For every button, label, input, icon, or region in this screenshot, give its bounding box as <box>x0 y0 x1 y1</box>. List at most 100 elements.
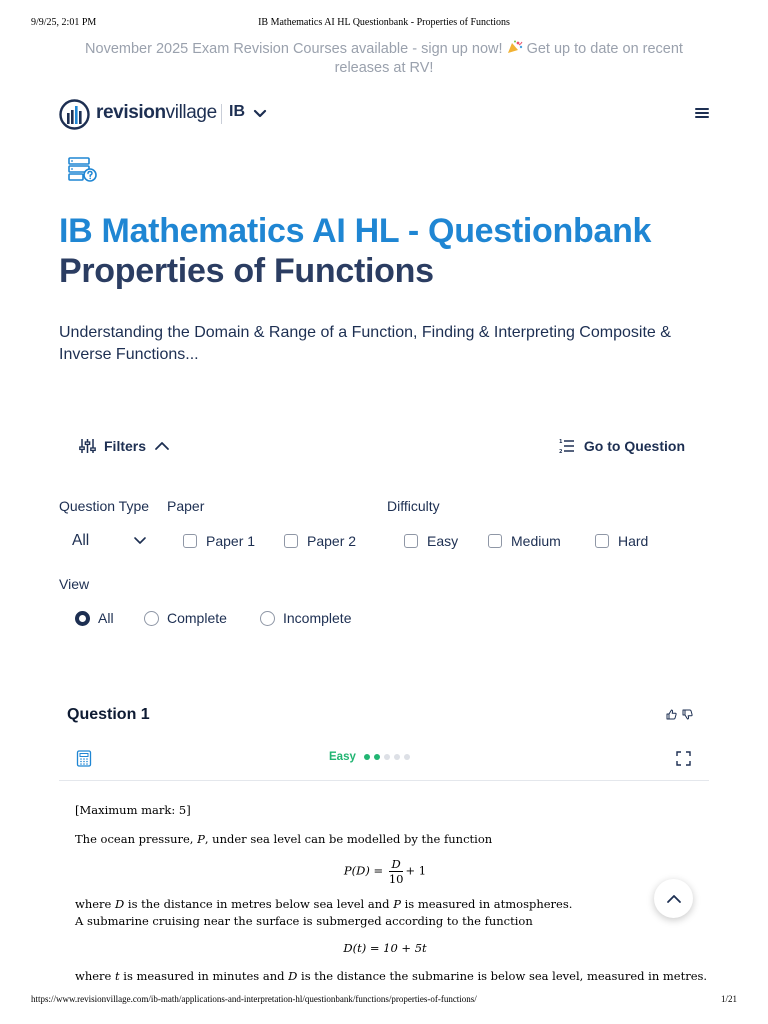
view-all-label: All <box>98 610 114 626</box>
calculator-icon <box>76 750 92 767</box>
logo-text-light: village <box>165 102 217 123</box>
print-header: 9/9/25, 2:01 PM IB Mathematics AI HL Que… <box>31 17 737 29</box>
question-type-label: Question Type <box>59 498 150 514</box>
print-page-number: 1/21 <box>720 994 737 1004</box>
max-mark: [Maximum mark: 5] <box>75 803 191 817</box>
announcement-banner[interactable]: November 2025 Exam Revision Courses avai… <box>70 40 698 78</box>
easy-checkbox[interactable]: Easy <box>404 533 458 549</box>
questionbank-icon <box>68 157 97 182</box>
view-all-radio[interactable]: All <box>75 610 114 626</box>
math-var: P <box>393 897 401 911</box>
hamburger-menu-icon[interactable] <box>694 106 710 120</box>
logo-text-bold: revision <box>96 102 166 123</box>
question-intro: The ocean pressure, P, under sea level c… <box>75 832 492 846</box>
submarine-line: A submarine cruising near the surface is… <box>75 914 533 928</box>
thumbs-down-icon[interactable] <box>682 709 693 720</box>
curriculum-selector[interactable]: IB <box>229 103 245 121</box>
text-span: is measured in atmospheres. <box>400 897 573 911</box>
svg-text:1: 1 <box>559 439 563 445</box>
sliders-icon <box>79 439 96 453</box>
checkbox-box[interactable] <box>404 534 418 548</box>
page-subtitle: Understanding the Domain & Range of a Fu… <box>59 324 671 363</box>
equation-depth: D(t) = 10 + 5t <box>75 941 695 955</box>
print-url: https://www.revisionvillage.com/ib-math/… <box>31 994 477 1004</box>
chevron-up-icon <box>666 894 681 903</box>
difficulty-indicator: Easy <box>329 751 410 763</box>
view-label: View <box>59 576 90 592</box>
text-span: is measured in minutes and <box>119 969 289 983</box>
revision-village-logo-icon[interactable] <box>59 99 90 130</box>
text-span: is the distance the submarine is below s… <box>297 969 708 983</box>
print-footer: https://www.revisionvillage.com/ib-math/… <box>31 994 737 1006</box>
difficulty-pip <box>403 754 410 760</box>
question-divider <box>59 780 709 781</box>
radio-dot[interactable] <box>260 610 275 626</box>
difficulty-pip <box>373 754 380 760</box>
text-span: where <box>75 897 116 911</box>
checkbox-box[interactable] <box>488 534 502 548</box>
fraction-numerator: D <box>388 857 404 872</box>
text-span: The ocean pressure, <box>75 832 198 846</box>
party-popper-icon <box>507 40 522 53</box>
page-topic-title: Properties of Functions <box>59 252 434 290</box>
view-complete-label: Complete <box>167 610 227 626</box>
fraction-denominator: 10 <box>388 872 404 886</box>
difficulty-pip <box>363 754 370 760</box>
text-span: where <box>75 969 116 983</box>
chevron-down-icon[interactable] <box>253 107 267 119</box>
paper-2-checkbox[interactable]: Paper 2 <box>284 533 356 549</box>
hard-checkbox[interactable]: Hard <box>595 533 648 549</box>
medium-checkbox[interactable]: Medium <box>488 533 561 549</box>
paper-1-checkbox[interactable]: Paper 1 <box>183 533 255 549</box>
view-complete-radio[interactable]: Complete <box>144 610 227 626</box>
filters-label: Filters <box>104 438 147 454</box>
radio-dot-selected[interactable] <box>75 610 90 626</box>
fullscreen-icon[interactable] <box>676 751 691 766</box>
text-span: , under sea level can be modelled by the… <box>204 832 493 846</box>
chevron-down-icon <box>134 537 146 544</box>
question-type-value: All <box>72 532 90 549</box>
math-var: D <box>288 969 298 983</box>
view-incomplete-radio[interactable]: Incomplete <box>260 610 351 626</box>
difficulty-text: Easy <box>329 751 356 763</box>
go-to-question-label: Go to Question <box>583 438 685 454</box>
scroll-to-top-button[interactable] <box>654 879 693 918</box>
thumbs-up-icon[interactable] <box>666 709 677 720</box>
page-title: IB Mathematics AI HL - Questionbank <box>59 212 652 250</box>
checkbox-box[interactable] <box>183 534 197 548</box>
checkbox-box[interactable] <box>595 534 609 548</box>
easy-label: Easy <box>427 533 459 549</box>
equation-pressure: P(D) = D 10 + 1 <box>75 857 695 886</box>
announcement-text: November 2025 Exam Revision Courses avai… <box>85 41 503 57</box>
difficulty-pip <box>393 754 400 760</box>
math-var: D <box>115 897 125 911</box>
svg-text:2: 2 <box>559 449 563 454</box>
difficulty-pip <box>383 754 390 760</box>
filters-toggle-button[interactable]: Filters <box>79 436 170 456</box>
fraction: D 10 <box>388 857 404 886</box>
paper-2-label: Paper 2 <box>307 533 357 549</box>
paper-label: Paper <box>167 498 205 514</box>
logo-wordmark[interactable]: revisionvillage <box>96 102 217 124</box>
where-line-2: where t is measured in minutes and D is … <box>75 969 707 983</box>
equation-lhs: P(D) = <box>343 863 387 878</box>
medium-label: Medium <box>511 533 561 549</box>
chevron-up-icon <box>155 442 169 450</box>
equation-rhs: + 1 <box>405 863 427 878</box>
numbered-list-icon: 1 2 <box>559 439 574 454</box>
where-line-1: where D is the distance in metres below … <box>75 897 572 911</box>
difficulty-label: Difficulty <box>387 498 440 514</box>
top-nav: revisionvillage IB <box>59 97 710 131</box>
print-page-title: IB Mathematics AI HL Questionbank - Prop… <box>258 17 510 28</box>
math-var: P <box>197 832 205 846</box>
question-title: Question 1 <box>67 706 150 723</box>
go-to-question-button[interactable]: 1 2 Go to Question <box>559 436 685 456</box>
view-incomplete-label: Incomplete <box>283 610 352 626</box>
hard-label: Hard <box>618 533 649 549</box>
equation-text: D(t) = 10 + 5t <box>343 941 427 955</box>
radio-dot[interactable] <box>144 610 159 626</box>
nav-divider <box>221 104 222 124</box>
checkbox-box[interactable] <box>284 534 298 548</box>
paper-1-label: Paper 1 <box>206 533 256 549</box>
question-type-select[interactable]: All <box>72 530 147 552</box>
